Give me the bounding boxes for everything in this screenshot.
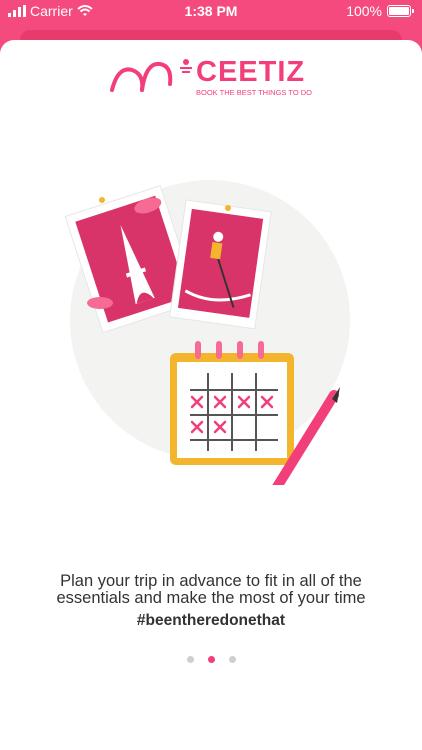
gondola-photo <box>169 199 272 330</box>
description-line-1: Plan your trip in advance to fit in all … <box>60 572 362 590</box>
ceetiz-logo: CEETIZ BOOK THE BEST THINGS TO DO <box>110 54 315 97</box>
status-right: 100% <box>346 3 414 19</box>
logo-brand: CEETIZ <box>196 56 306 88</box>
logo-mark-icon <box>110 59 192 92</box>
page-dot-1[interactable] <box>186 656 194 663</box>
page-dot-3[interactable] <box>228 656 236 663</box>
onboarding-hashtag: #beentheredonethat <box>136 612 286 629</box>
status-bar: Carrier 1:38 PM 100% <box>0 0 422 22</box>
onboarding-card: CEETIZ BOOK THE BEST THINGS TO DO Plan y… <box>0 40 422 750</box>
battery-percent: 100% <box>346 3 382 19</box>
logo-tagline: BOOK THE BEST THINGS TO DO <box>196 88 313 97</box>
travel-planning-illustration <box>64 180 350 485</box>
description-line-2: essentials and make the most of your tim… <box>56 589 366 607</box>
onboarding-description: Plan your trip in advance to fit in all … <box>0 573 422 607</box>
calendar-icon <box>170 341 294 465</box>
page-indicator <box>0 656 422 663</box>
battery-cap <box>412 9 414 13</box>
page-dot-2[interactable] <box>207 656 215 663</box>
battery-icon <box>387 5 411 17</box>
